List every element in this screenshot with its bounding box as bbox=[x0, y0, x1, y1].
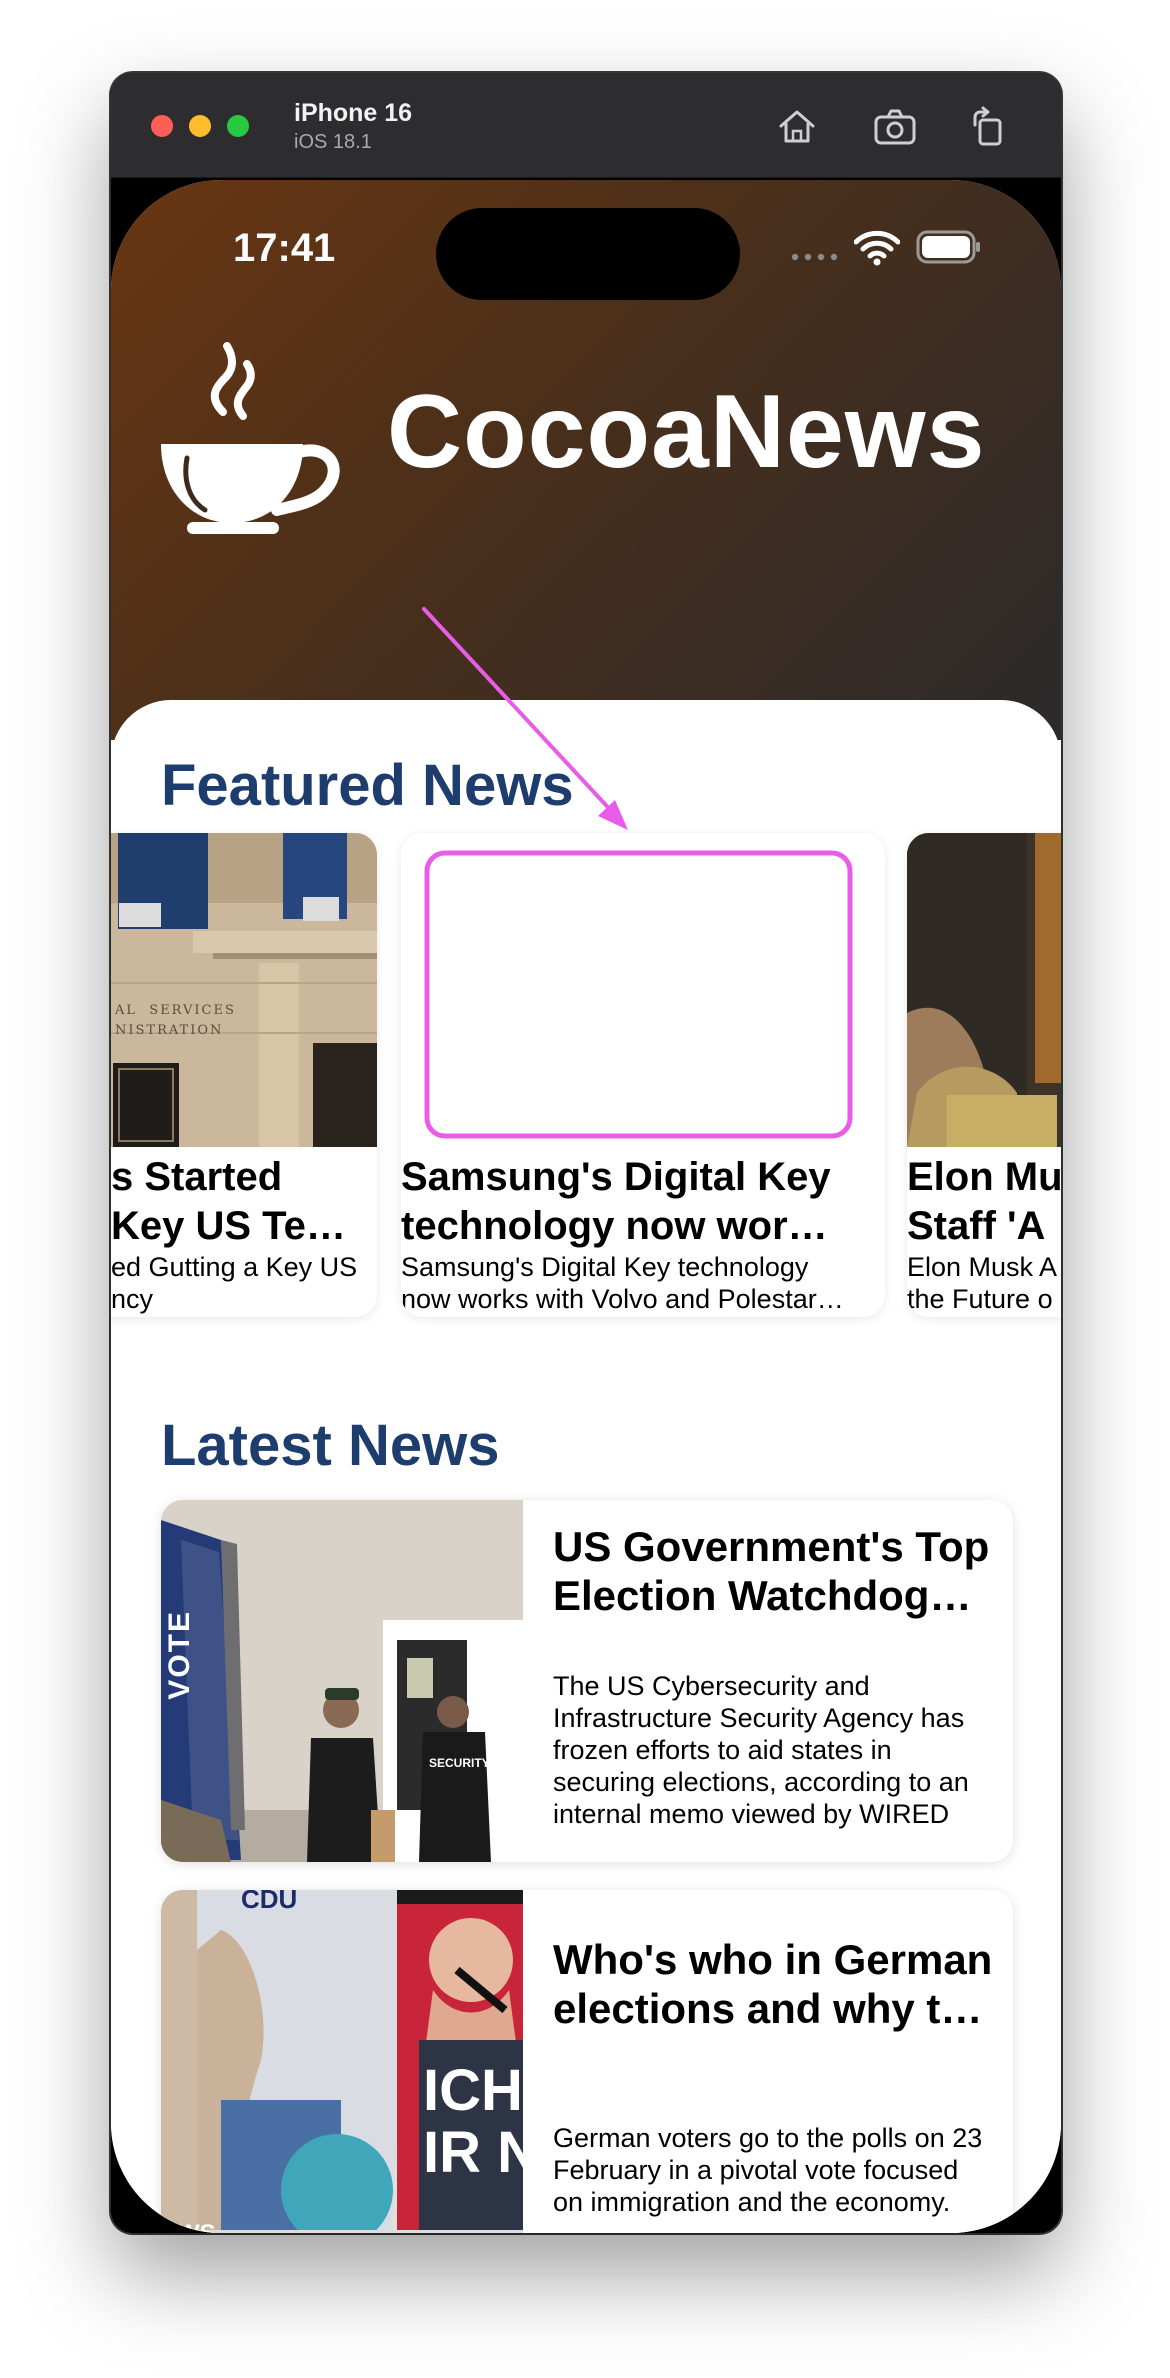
status-time: 17:41 bbox=[233, 226, 336, 270]
os-version: iOS 18.1 bbox=[294, 131, 372, 153]
latest-news-item[interactable]: ICHE IR N CDU EWS Who's who in German el… bbox=[161, 1890, 1013, 2233]
building-sign-text: AL SERVICES NISTRATION bbox=[115, 1003, 236, 1038]
latest-news-title: US Government's Top Election Watchdog… bbox=[553, 1523, 990, 1619]
simulator-titlebar: iPhone 16 iOS 18.1 bbox=[111, 73, 1061, 178]
cellular-signal-icon bbox=[791, 253, 838, 261]
featured-card-title: s Started Key US Te… bbox=[111, 1155, 346, 1248]
latest-news-description: German voters go to the polls on 23 Febr… bbox=[553, 2123, 983, 2217]
battery-icon bbox=[916, 230, 980, 264]
latest-news-title: Who's who in German elections and why t… bbox=[553, 1936, 993, 2032]
news-content: Featured News AL SERVICES NISTRATION s S… bbox=[111, 700, 1061, 2233]
simulator-window: iPhone 16 iOS 18.1 17:41 CocoaNews Featu… bbox=[111, 73, 1061, 2233]
app-header: 17:41 CocoaNews bbox=[111, 180, 1061, 740]
featured-card-description: Samsung's Digital Key technology now wor… bbox=[401, 1252, 844, 1314]
featured-card[interactable]: AL SERVICES NISTRATION s Started Key US … bbox=[111, 833, 377, 1317]
rotate-icon[interactable] bbox=[963, 103, 1011, 151]
coffee-cup-icon bbox=[161, 342, 340, 534]
device-name: iPhone 16 bbox=[294, 99, 413, 127]
latest-news-description: The US Cybersecurity and Infrastructure … bbox=[553, 1671, 969, 1829]
featured-card[interactable]: Samsung's Digital Key technology now wor… bbox=[401, 833, 885, 1317]
featured-card-title: Samsung's Digital Key technology now wor… bbox=[401, 1155, 831, 1248]
featured-card-description: ed Gutting a Key US ncy bbox=[111, 1252, 358, 1314]
wifi-icon bbox=[854, 230, 900, 266]
featured-card[interactable]: Elon Mu Staff 'A Elon Musk A the Future … bbox=[907, 833, 1061, 1317]
featured-card-image bbox=[907, 833, 1061, 1147]
screenshot-icon[interactable] bbox=[871, 103, 919, 151]
dynamic-island bbox=[436, 208, 740, 300]
home-icon[interactable] bbox=[773, 103, 821, 151]
latest-news-image: VOTE SECURITY bbox=[161, 1500, 523, 1862]
masthead-text: CDU bbox=[241, 1890, 298, 1914]
zoom-window-button[interactable] bbox=[227, 115, 249, 137]
latest-news-image: ICHE IR N CDU EWS bbox=[161, 1890, 523, 2233]
minimize-window-button[interactable] bbox=[189, 115, 211, 137]
latest-news-item[interactable]: VOTE SECURITY US Government's Top Electi… bbox=[161, 1500, 1013, 1862]
flag-text: VOTE bbox=[163, 1610, 196, 1700]
featured-card-image bbox=[401, 833, 885, 1147]
jacket-text: SECURITY bbox=[429, 1756, 490, 1770]
featured-card-description: Elon Musk A the Future o bbox=[907, 1252, 1058, 1314]
latest-news-heading: Latest News bbox=[161, 1413, 500, 1478]
featured-card-title: Elon Mu Staff 'A bbox=[907, 1155, 1061, 1248]
featured-news-heading: Featured News bbox=[161, 753, 574, 818]
close-window-button[interactable] bbox=[151, 115, 173, 137]
poster-text: ICHE IR N bbox=[423, 2058, 523, 2185]
corner-text: EWS bbox=[161, 2220, 216, 2233]
device-screen: 17:41 CocoaNews Featured News AL SERVICE… bbox=[111, 180, 1061, 2233]
app-title: CocoaNews bbox=[387, 374, 986, 490]
featured-card-image: AL SERVICES NISTRATION bbox=[111, 833, 377, 1147]
